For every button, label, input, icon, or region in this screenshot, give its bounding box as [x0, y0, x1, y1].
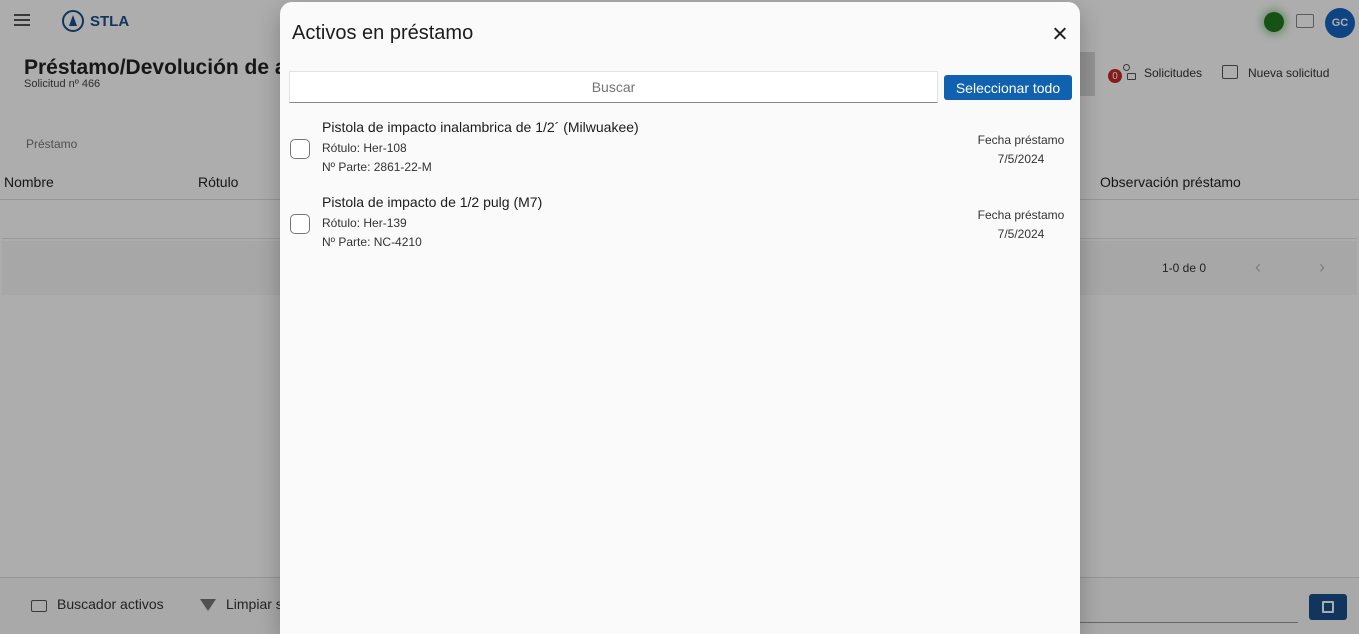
loan-date-label: Fecha préstamo [977, 133, 1065, 147]
item-part-number: Nº Parte: 2861-22-M [322, 160, 432, 174]
loan-date-label: Fecha préstamo [977, 208, 1065, 222]
item-checkbox[interactable] [290, 139, 310, 159]
search-input[interactable] [289, 71, 938, 103]
list-item[interactable]: Pistola de impacto de 1/2 pulg (M7) Rótu… [280, 194, 1080, 264]
loan-date: 7/5/2024 [997, 152, 1045, 166]
item-label-code: Rótulo: Her-108 [322, 141, 407, 155]
item-checkbox[interactable] [290, 214, 310, 234]
select-all-button[interactable]: Seleccionar todo [944, 75, 1072, 100]
item-part-number: Nº Parte: NC-4210 [322, 235, 422, 249]
loaned-assets-dialog: Activos en préstamo Seleccionar todo Pis… [280, 2, 1080, 634]
item-label-code: Rótulo: Her-139 [322, 216, 407, 230]
dialog-title: Activos en préstamo [292, 22, 474, 44]
loan-date: 7/5/2024 [997, 227, 1045, 241]
list-item[interactable]: Pistola de impacto inalambrica de 1/2´ (… [280, 119, 1080, 189]
item-name: Pistola de impacto inalambrica de 1/2´ (… [322, 119, 639, 135]
close-icon[interactable] [1050, 24, 1070, 44]
item-name: Pistola de impacto de 1/2 pulg (M7) [322, 194, 543, 210]
